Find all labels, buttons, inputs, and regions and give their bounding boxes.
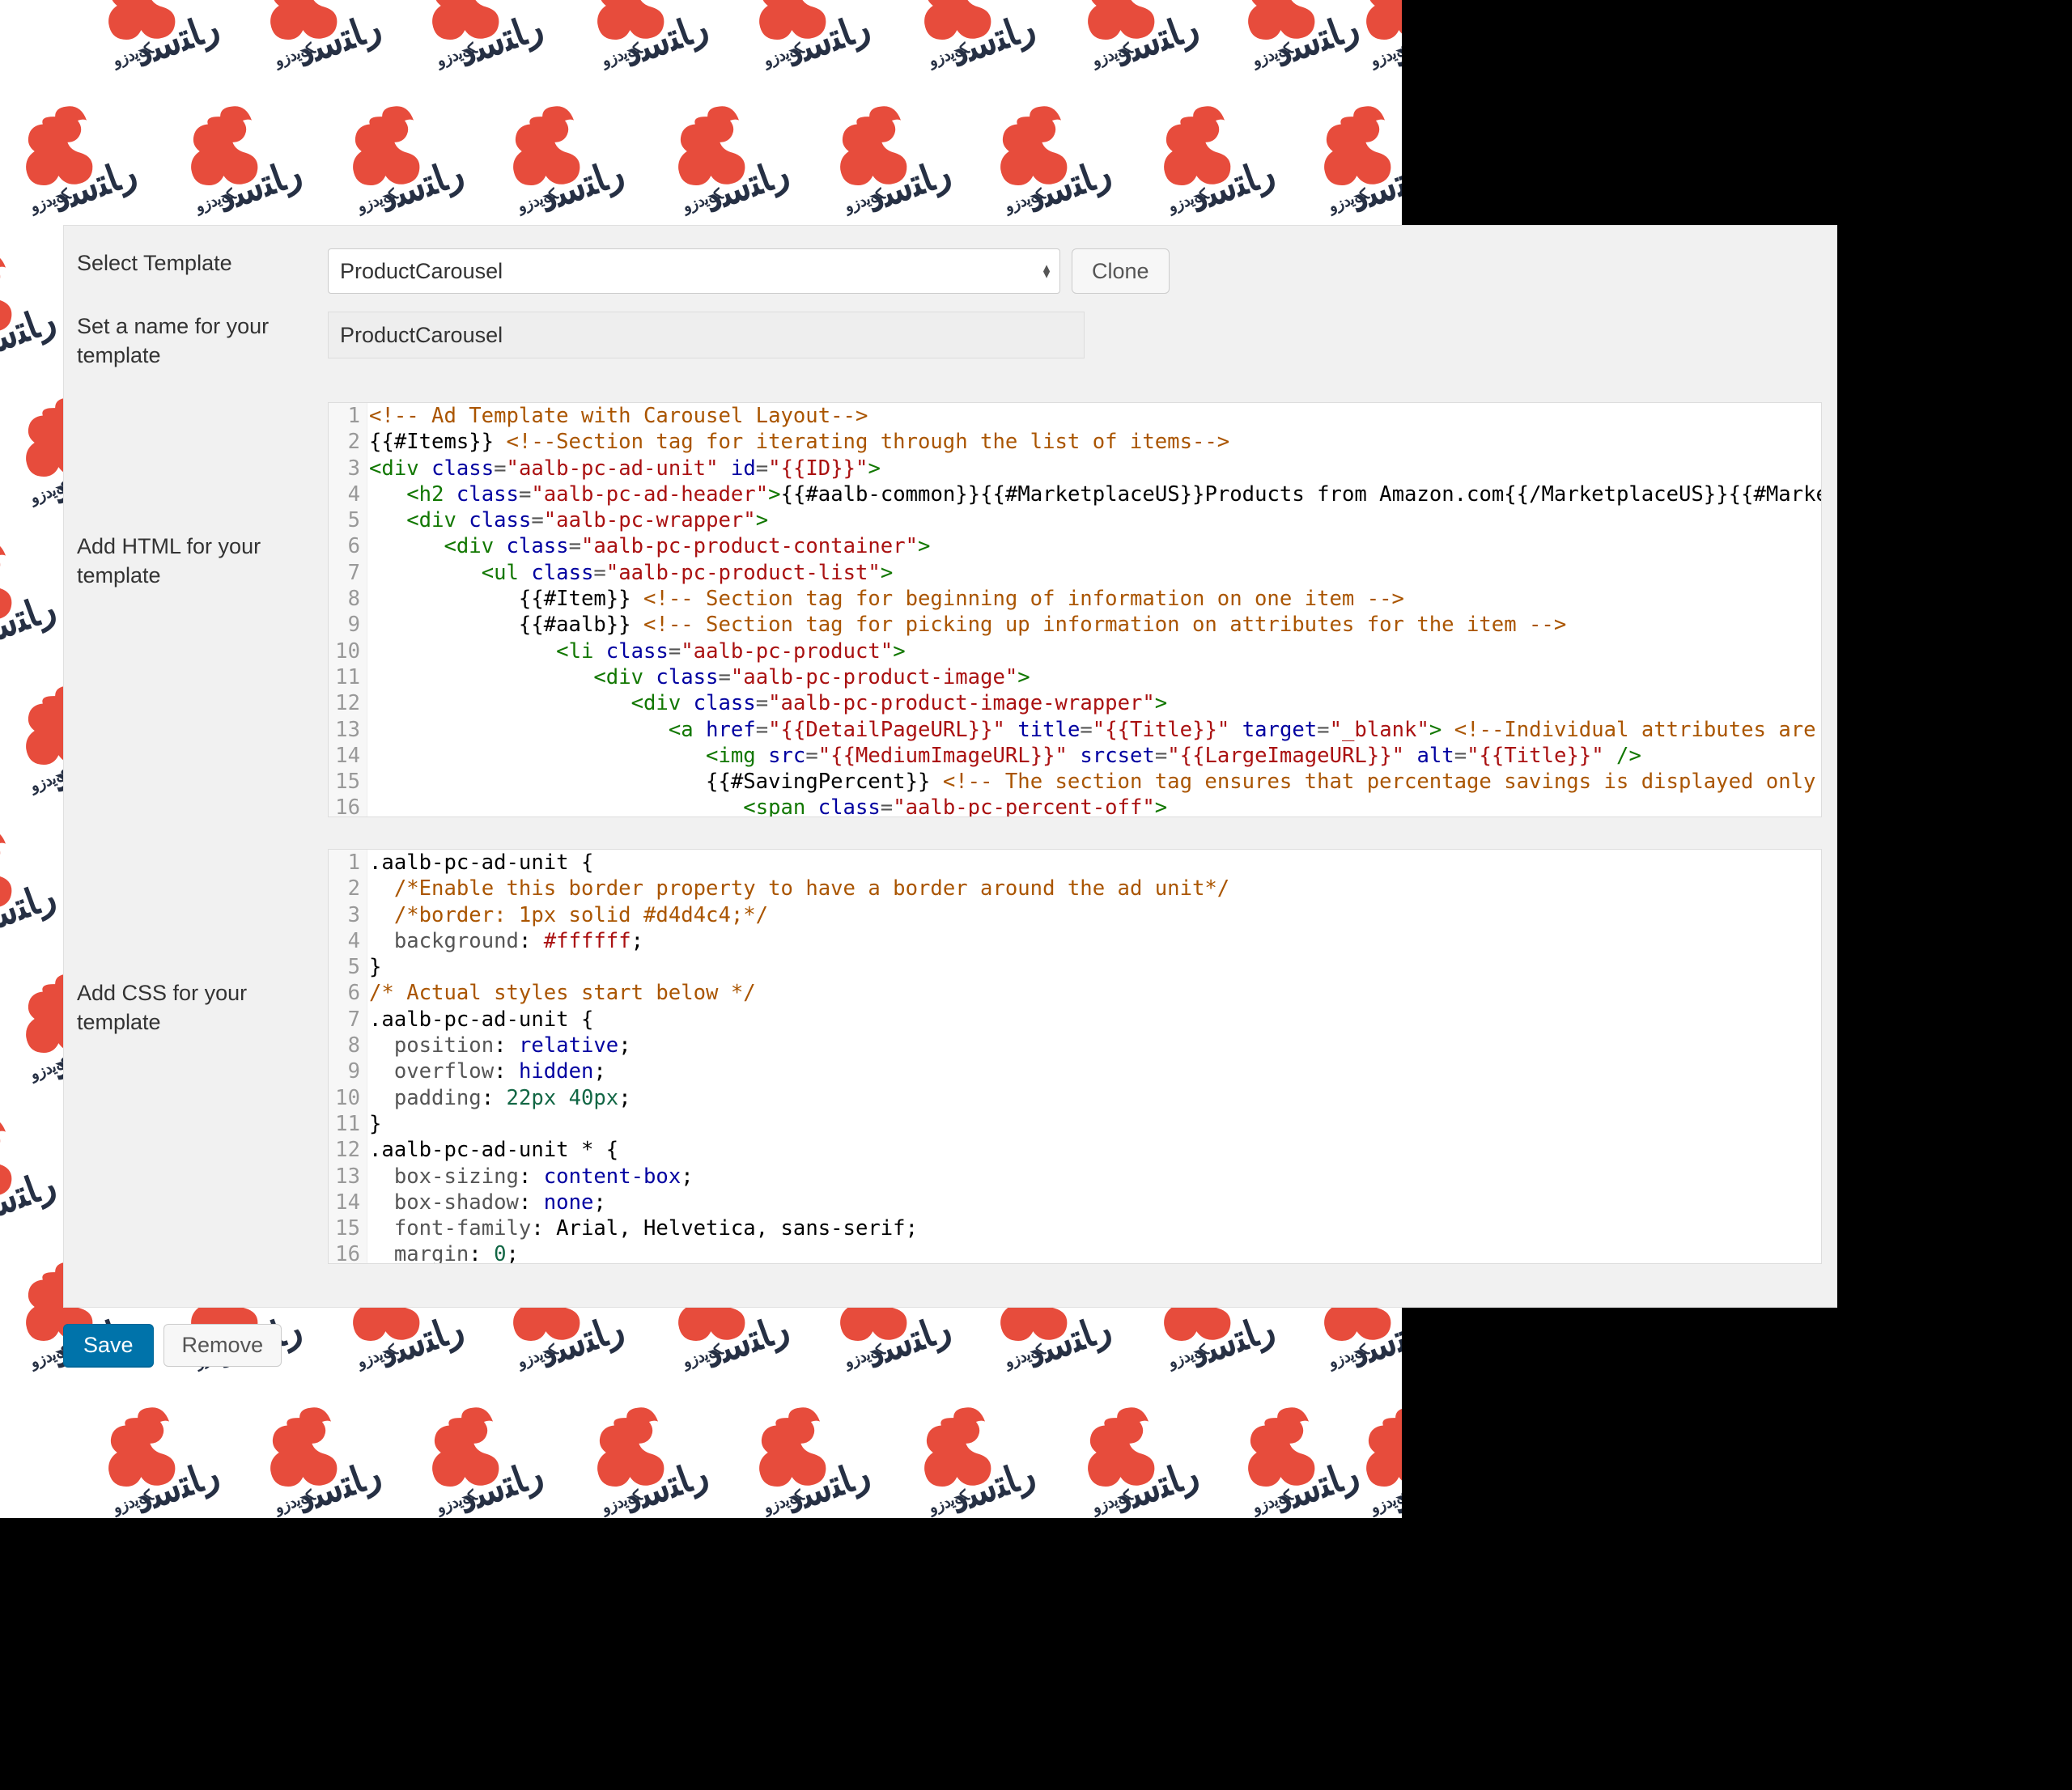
watermark-logo-icon: ﺭﺎﺘﺳﺩ ﮏﯾﺩﺯﻭ [482, 104, 628, 217]
watermark-logo-icon: ﺭﺎﺘﺳﺩ ﮏﯾﺩﺯﻭ [0, 251, 60, 364]
watermark-logo-icon: ﺭﺎﺘﺳﺩ ﮏﯾﺩﺯﻭ [240, 0, 385, 71]
watermark-logo-icon: ﺭﺎﺘﺳﺩ ﮏﯾﺩﺯﻭ [1293, 104, 1402, 217]
template-select[interactable]: ProductCarousel [328, 248, 1060, 294]
watermark-logo-icon: ﺭﺎﺘﺳﺩ ﮏﯾﺩﺯﻭ [894, 0, 1039, 71]
watermark-logo-icon: ﺭﺎﺘﺳﺩ ﮏﯾﺩﺯﻭ [78, 1405, 223, 1518]
watermark-logo-icon: ﺭﺎﺘﺳﺩ ﮏﯾﺩﺯﻭ [1057, 0, 1203, 71]
watermark-logo-icon: ﺭﺎﺘﺳﺩ ﮏﯾﺩﺯﻭ [0, 1115, 60, 1228]
watermark-logo-icon: ﺭﺎﺘﺳﺩ ﮏﯾﺩﺯﻭ [78, 0, 223, 71]
watermark-logo-icon: ﺭﺎﺘﺳﺩ ﮏﯾﺩﺯﻭ [894, 1405, 1039, 1518]
watermark-logo-icon: ﺭﺎﺘﺳﺩ ﮏﯾﺩﺯﻭ [0, 539, 60, 652]
watermark-logo-icon: ﺭﺎﺘﺳﺩ ﮏﯾﺩﺯﻭ [401, 0, 547, 71]
remove-button[interactable]: Remove [163, 1324, 282, 1367]
watermark-logo-icon: ﺭﺎﺘﺳﺩ ﮏﯾﺩﺯﻭ [0, 827, 60, 940]
template-name-input[interactable] [328, 312, 1085, 358]
watermark-logo-icon: ﺭﺎﺘﺳﺩ ﮏﯾﺩﺯﻭ [648, 104, 793, 217]
watermark-logo-icon: ﺭﺎﺘﺳﺩ ﮏﯾﺩﺯﻭ [809, 104, 955, 217]
watermark-logo-icon: ﺭﺎﺘﺳﺩ ﮏﯾﺩﺯﻭ [401, 1405, 547, 1518]
watermark-logo-icon: ﺭﺎﺘﺳﺩ ﮏﯾﺩﺯﻭ [728, 1405, 874, 1518]
watermark-logo-icon: ﺭﺎﺘﺳﺩ ﮏﯾﺩﺯﻭ [160, 104, 306, 217]
action-bar: Save Remove [63, 1324, 282, 1367]
watermark-logo-icon: ﺭﺎﺘﺳﺩ ﮏﯾﺩﺯﻭ [1335, 1405, 1402, 1518]
watermark-logo-icon: ﺭﺎﺘﺳﺩ ﮏﯾﺩﺯﻭ [1057, 1405, 1203, 1518]
clone-button[interactable]: Clone [1072, 248, 1170, 294]
watermark-logo-icon: ﺭﺎﺘﺳﺩ ﮏﯾﺩﺯﻭ [1133, 104, 1279, 217]
set-name-label: Set a name for your template [77, 312, 328, 371]
template-editor-panel: Select Template ProductCarousel ▲▼ Clone… [63, 225, 1837, 1308]
watermark-logo-icon: ﺭﺎﺘﺳﺩ ﮏﯾﺩﺯﻭ [240, 1405, 385, 1518]
watermark-logo-icon: ﺭﺎﺘﺳﺩ ﮏﯾﺩﺯﻭ [322, 104, 468, 217]
watermark-logo-icon: ﺭﺎﺘﺳﺩ ﮏﯾﺩﺯﻭ [567, 1405, 712, 1518]
watermark-logo-icon: ﺭﺎﺘﺳﺩ ﮏﯾﺩﺯﻭ [728, 0, 874, 71]
watermark-logo-icon: ﺭﺎﺘﺳﺩ ﮏﯾﺩﺯﻭ [0, 104, 141, 217]
css-code-editor[interactable]: 12345678910111213141516 .aalb-pc-ad-unit… [328, 849, 1822, 1264]
select-template-label: Select Template [77, 248, 328, 278]
watermark-logo-icon: ﺭﺎﺘﺳﺩ ﮏﯾﺩﺯﻭ [567, 0, 712, 71]
html-code-editor[interactable]: 12345678910111213141516 <!-- Ad Template… [328, 402, 1822, 817]
save-button[interactable]: Save [63, 1324, 154, 1367]
add-html-label: Add HTML for your template [77, 402, 328, 591]
watermark-logo-icon: ﺭﺎﺘﺳﺩ ﮏﯾﺩﺯﻭ [1335, 0, 1402, 71]
add-css-label: Add CSS for your template [77, 849, 328, 1037]
watermark-logo-icon: ﺭﺎﺘﺳﺩ ﮏﯾﺩﺯﻭ [970, 104, 1115, 217]
